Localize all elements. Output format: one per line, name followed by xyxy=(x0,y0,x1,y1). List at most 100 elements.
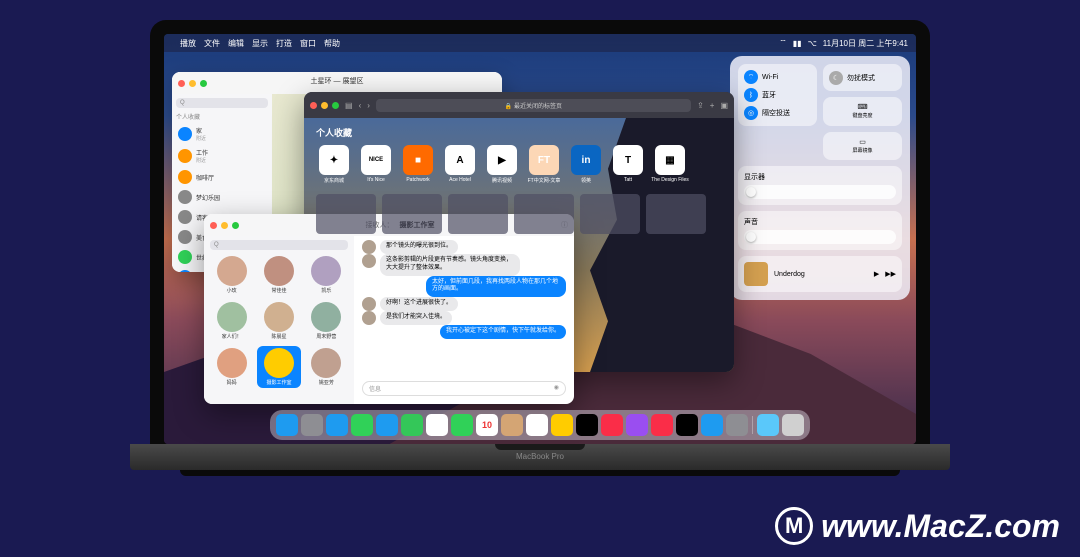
message-bubble[interactable]: 那个镜头的曝光很到位。 xyxy=(380,240,458,254)
dock-news-icon[interactable] xyxy=(651,414,673,436)
dock-calendar-icon[interactable]: 10 xyxy=(476,414,498,436)
contact-pin[interactable]: 家人们！ xyxy=(210,300,253,342)
safari-url-field[interactable]: 🔒 最近关闭的标签页 xyxy=(376,99,691,112)
back-icon[interactable]: ‹ xyxy=(359,101,362,110)
contact-pin[interactable]: 摄影工作室 xyxy=(257,346,300,388)
dock-facetime-icon[interactable] xyxy=(451,414,473,436)
maps-search-input[interactable]: Q xyxy=(176,98,268,108)
favorite-site[interactable]: FTFT中文网-文章 xyxy=(526,145,562,184)
menubar-datetime[interactable]: 11月10日 周二 上午9:41 xyxy=(823,38,908,49)
message-bubble[interactable]: 太好，但前面几段，我再找两段人物在那几个地方的画面。 xyxy=(426,276,566,298)
dock-music-icon[interactable] xyxy=(601,414,623,436)
maps-sidebar-item[interactable]: 梦幻乐园 xyxy=(176,187,268,207)
favorite-site[interactable]: ■Patchwork xyxy=(400,145,436,184)
messages-input[interactable]: 信息 ◉ xyxy=(362,381,566,396)
voice-memo-icon[interactable]: ◉ xyxy=(554,384,559,391)
menubar-item[interactable]: 编辑 xyxy=(228,38,244,49)
forward-icon[interactable]: › xyxy=(367,101,370,110)
reading-list-tile[interactable] xyxy=(382,194,442,234)
menubar-item[interactable]: 打造 xyxy=(276,38,292,49)
contact-pin[interactable]: 陈晨星 xyxy=(257,300,300,342)
dock-reminders-icon[interactable] xyxy=(526,414,548,436)
reading-list-tile[interactable] xyxy=(514,194,574,234)
message-bubble[interactable]: 这条影剪辑的片段更有节奏感。镜头角度变换，大大提升了整体效果。 xyxy=(380,254,520,276)
maps-sidebar-item[interactable]: 咖啡厅 xyxy=(176,167,268,187)
menubar-item[interactable]: 显示 xyxy=(252,38,268,49)
contact-pin[interactable]: 周末野营 xyxy=(305,300,348,342)
avatar xyxy=(217,302,247,332)
dock-notes-icon[interactable] xyxy=(551,414,573,436)
battery-icon[interactable]: ▮▮ xyxy=(793,39,802,48)
wifi-icon[interactable]: ⌔ xyxy=(744,70,758,84)
dock-messages-icon[interactable] xyxy=(351,414,373,436)
contact-pin[interactable]: 妈妈 xyxy=(210,346,253,388)
dock-preferences-icon[interactable] xyxy=(726,414,748,436)
cc-keyboard-brightness[interactable]: ⌨键盘亮度 xyxy=(823,97,902,126)
favorite-site[interactable]: ▦The Design Files xyxy=(652,145,688,184)
bluetooth-icon[interactable]: ᛒ xyxy=(744,88,758,102)
cc-now-playing[interactable]: Underdog▶▶▶ xyxy=(738,256,902,292)
zoom-button[interactable] xyxy=(332,102,339,109)
share-icon[interactable]: ⇪ xyxy=(697,101,704,110)
cc-screen-mirror[interactable]: ▭屏幕镜像 xyxy=(823,132,902,160)
cc-dnd[interactable]: ☾勿扰模式 xyxy=(823,64,902,91)
dock-photos-icon[interactable] xyxy=(426,414,448,436)
message-bubble[interactable]: 我开心被定下这个剧情，快下午就发给你。 xyxy=(440,325,566,339)
wifi-icon[interactable]: ⌔ xyxy=(779,38,787,48)
close-button[interactable] xyxy=(210,222,217,229)
new-tab-icon[interactable]: + xyxy=(710,101,715,110)
menubar-item[interactable]: 帮助 xyxy=(324,38,340,49)
dock-downloads-icon[interactable] xyxy=(757,414,779,436)
contact-pin[interactable]: 凯乐 xyxy=(305,254,348,296)
menubar-item[interactable]: 文件 xyxy=(204,38,220,49)
maps-sidebar-item[interactable]: 家附近 xyxy=(176,123,268,145)
display-slider[interactable] xyxy=(744,185,896,199)
favorite-site[interactable]: TTatt xyxy=(610,145,646,184)
maps-sidebar-item[interactable]: 工作附近 xyxy=(176,145,268,167)
reading-list-tile[interactable] xyxy=(646,194,706,234)
dock-maps-icon[interactable] xyxy=(401,414,423,436)
dock-trash-icon[interactable] xyxy=(782,414,804,436)
dock-podcasts-icon[interactable] xyxy=(626,414,648,436)
dock-finder-icon[interactable] xyxy=(276,414,298,436)
dock-launchpad-icon[interactable] xyxy=(301,414,323,436)
close-button[interactable] xyxy=(178,80,185,87)
contact-pin[interactable]: 小玫 xyxy=(210,254,253,296)
minimize-button[interactable] xyxy=(189,80,196,87)
dock-mail-icon[interactable] xyxy=(376,414,398,436)
zoom-button[interactable] xyxy=(200,80,207,87)
contact-pin[interactable]: 姚亚芳 xyxy=(305,346,348,388)
menubar-item[interactable]: 窗口 xyxy=(300,38,316,49)
sound-slider[interactable] xyxy=(744,230,896,244)
menubar-app[interactable]: 播放 xyxy=(180,38,196,49)
dock-contacts-icon[interactable] xyxy=(501,414,523,436)
message-bubble[interactable]: 好啊！这个进展很快了。 xyxy=(380,297,458,311)
airdrop-icon[interactable]: ◎ xyxy=(744,106,758,120)
favorite-site[interactable]: ▶腾讯视频 xyxy=(484,145,520,184)
reading-list-tile[interactable] xyxy=(316,194,376,234)
tabs-icon[interactable]: ▣ xyxy=(720,101,728,110)
favorite-site[interactable]: AAce Hotel xyxy=(442,145,478,184)
sidebar-toggle-icon[interactable]: ▤ xyxy=(345,101,353,110)
dock-stocks-icon[interactable] xyxy=(676,414,698,436)
minimize-button[interactable] xyxy=(321,102,328,109)
favorite-site[interactable]: in领英 xyxy=(568,145,604,184)
message-bubble[interactable]: 是我们才能突入佳境。 xyxy=(380,311,452,325)
dock-tv-icon[interactable] xyxy=(576,414,598,436)
messages-search-input[interactable]: Q xyxy=(210,240,348,250)
contact-pin[interactable]: 常佳佳 xyxy=(257,254,300,296)
reading-list-tile[interactable] xyxy=(448,194,508,234)
messages-chat: 那个镜头的曝光很到位。这条影剪辑的片段更有节奏感。镜头角度变换，大大提升了整体效… xyxy=(354,214,574,404)
minimize-button[interactable] xyxy=(221,222,228,229)
forward-icon[interactable]: ▶▶ xyxy=(885,270,896,278)
play-icon[interactable]: ▶ xyxy=(874,270,879,278)
contact-name: 小玫 xyxy=(227,287,237,294)
dock-safari-icon[interactable] xyxy=(326,414,348,436)
dock-appstore-icon[interactable] xyxy=(701,414,723,436)
favorite-site[interactable]: NICEIt's Nice xyxy=(358,145,394,184)
favorite-site[interactable]: ✦京东商城 xyxy=(316,145,352,184)
control-center-icon[interactable]: ⌥ xyxy=(808,39,817,48)
zoom-button[interactable] xyxy=(232,222,239,229)
close-button[interactable] xyxy=(310,102,317,109)
reading-list-tile[interactable] xyxy=(580,194,640,234)
